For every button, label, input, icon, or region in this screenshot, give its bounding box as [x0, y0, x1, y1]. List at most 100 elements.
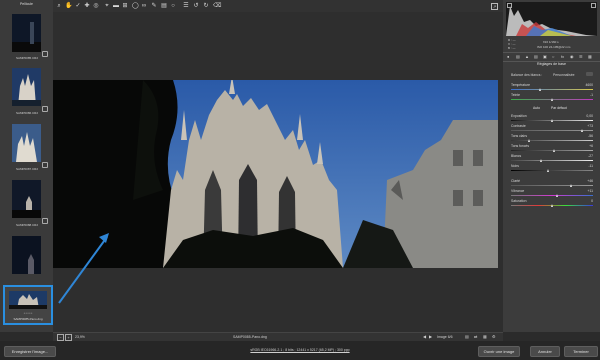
thumbnail-4[interactable] [12, 180, 41, 218]
exposure-value[interactable]: 0,00 [586, 114, 593, 118]
zoom-in-icon[interactable]: + [65, 334, 72, 341]
adjustment-brush-icon[interactable]: ✎ [151, 3, 157, 9]
blacks-track[interactable] [511, 170, 593, 171]
thumbnail-1-label: SAMP0085.CR2 [15, 56, 38, 60]
straighten-tool-icon[interactable]: ▬ [113, 3, 119, 9]
vibrance-label: Vibrance [511, 189, 525, 193]
zoom-level[interactable]: 23,9% [75, 335, 85, 339]
tab-effects-icon[interactable]: fx [561, 54, 564, 59]
panel-title: Réglages de base [537, 62, 566, 66]
clarity-label: Clarté [511, 179, 521, 183]
highlights-value[interactable]: -56 [588, 134, 593, 138]
red-eye-icon[interactable]: ∞ [141, 3, 147, 9]
auto-link[interactable]: Auto [533, 106, 540, 110]
default-link[interactable]: Par défaut [551, 106, 567, 110]
hand-tool-icon[interactable]: ✋ [65, 3, 72, 9]
tab-presets-icon[interactable]: ☰ [579, 54, 583, 59]
zoom-tool-icon[interactable]: ⌕ [56, 3, 62, 9]
spot-removal-icon[interactable]: ◯ [132, 3, 139, 9]
vibrance-value[interactable]: +11 [588, 189, 594, 193]
thumbnail-2-badge-icon [42, 106, 48, 112]
thumbnail-6[interactable] [9, 291, 47, 309]
crop-tool-icon[interactable]: ⌖ [104, 3, 110, 9]
saturation-handle[interactable] [551, 204, 553, 207]
transform-tool-icon[interactable]: ⊞ [122, 3, 128, 9]
panel-tabs: ● ▤ ▲ ▤ ▣ ○ fx ◉ ☰ ▦ [503, 52, 600, 62]
white-balance-tool-icon[interactable]: ✓ [75, 3, 81, 9]
highlight-clipping-icon[interactable] [591, 3, 596, 8]
exposure-handle[interactable] [551, 119, 553, 122]
blacks-value[interactable]: -11 [588, 164, 593, 168]
tab-snapshots-icon[interactable]: ▦ [588, 54, 592, 59]
whites-track[interactable] [511, 160, 593, 161]
save-image-button[interactable]: Enregistrer l'image... [4, 346, 56, 357]
thumbnail-1[interactable] [12, 14, 41, 52]
highlights-track[interactable] [511, 140, 593, 141]
rgb-readout-b: B : --- [508, 46, 516, 50]
color-sampler-tool-icon[interactable]: ✚ [84, 3, 90, 9]
temperature-value[interactable]: 4600 [585, 83, 593, 87]
highlights-handle[interactable] [528, 139, 530, 142]
contrast-label: Contraste [511, 124, 526, 128]
rotate-right-icon[interactable]: ↻ [203, 3, 209, 9]
thumbnail-3[interactable] [12, 124, 41, 162]
thumbnail-5[interactable] [12, 236, 41, 274]
highlights-label: Tons clairs [511, 134, 528, 138]
temperature-track[interactable] [511, 89, 593, 90]
toggle-preview-icon[interactable]: ⚙ [492, 334, 496, 339]
contrast-value[interactable]: +73 [587, 124, 593, 128]
shadows-track[interactable] [511, 150, 593, 151]
next-image-icon[interactable]: ▶ [429, 334, 432, 339]
targeted-adjustment-icon[interactable]: ◎ [93, 3, 99, 9]
blacks-label: Noirs [511, 164, 519, 168]
rotate-left-icon[interactable]: ↺ [193, 3, 199, 9]
contrast-handle[interactable] [581, 129, 583, 132]
prev-image-icon[interactable]: ◀ [423, 334, 426, 339]
swap-icon[interactable]: ⇄ [474, 334, 477, 339]
thumbnail-1-badge-icon [42, 51, 48, 57]
preferences-icon[interactable]: ☰ [183, 3, 189, 9]
workflow-options-link[interactable]: sRGB IEC61966-2.1 ; 8 bits ; 12441 x 521… [180, 348, 420, 352]
white-balance-select[interactable]: Personnalisée [553, 73, 575, 77]
tab-camera-calibration-icon[interactable]: ◉ [570, 54, 574, 59]
tab-basic-icon[interactable]: ● [507, 54, 509, 59]
done-button[interactable]: Terminer [564, 346, 598, 357]
saturation-value[interactable]: 0 [591, 199, 593, 203]
tint-label: Teinte [511, 93, 521, 97]
shadows-value[interactable]: +6 [589, 144, 593, 148]
cancel-button[interactable]: Annuler [530, 346, 560, 357]
whites-value[interactable]: -27 [588, 154, 593, 158]
tab-tone-curve-icon[interactable]: ▤ [516, 54, 520, 59]
selected-thumbnail-highlight[interactable]: • • • • • SAMP0085-Pano.dng [3, 285, 53, 325]
temperature-handle[interactable] [539, 88, 541, 91]
trash-icon[interactable]: ⌫ [213, 3, 221, 9]
tab-lens-icon[interactable]: ○ [552, 54, 554, 59]
shadows-handle[interactable] [553, 149, 555, 152]
vibrance-handle[interactable] [556, 194, 558, 197]
zoom-out-icon[interactable]: − [57, 334, 64, 341]
radial-filter-icon[interactable]: ○ [170, 3, 176, 9]
tint-value[interactable]: -1 [590, 93, 593, 97]
temperature-label: Température [511, 83, 531, 87]
before-after-icon[interactable]: ▤ [465, 334, 469, 339]
whites-label: Blancs [511, 154, 522, 158]
fullscreen-icon[interactable]: ↗ [491, 3, 498, 10]
clarity-value[interactable]: +46 [587, 179, 593, 183]
thumbnail-2[interactable] [12, 68, 41, 106]
clarity-handle[interactable] [570, 184, 572, 187]
shadow-clipping-icon[interactable] [507, 3, 512, 8]
thumbnail-6-rating[interactable]: • • • • • [5, 311, 51, 315]
graduated-filter-icon[interactable]: ▤ [161, 3, 167, 9]
thumbnail-2-label: SAMP0086.CR2 [15, 111, 38, 115]
whites-handle[interactable] [540, 159, 542, 162]
white-balance-dropdown-icon[interactable] [586, 72, 593, 76]
open-image-button[interactable]: Ouvrir une image [478, 346, 520, 357]
tint-handle[interactable] [551, 98, 553, 101]
copy-settings-icon[interactable]: ▦ [483, 334, 487, 339]
vibrance-track[interactable] [511, 195, 593, 196]
tab-hsl-icon[interactable]: ▤ [534, 54, 538, 59]
clarity-track[interactable] [511, 185, 593, 186]
blacks-handle[interactable] [547, 169, 549, 172]
tab-detail-icon[interactable]: ▲ [525, 54, 529, 59]
tab-split-toning-icon[interactable]: ▣ [543, 54, 547, 59]
